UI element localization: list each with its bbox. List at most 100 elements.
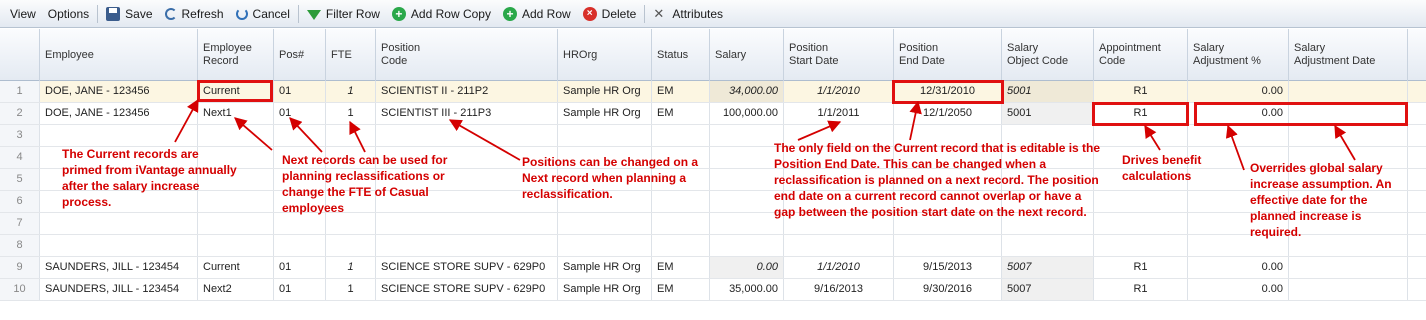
- cell-salary-object-code[interactable]: 5007: [1002, 257, 1094, 278]
- cell-hrorg[interactable]: Sample HR Org: [558, 257, 652, 278]
- cell-salary-object-code[interactable]: 5001: [1002, 103, 1094, 124]
- cell-fte[interactable]: 1: [326, 257, 376, 278]
- cell-fte[interactable]: [326, 235, 376, 256]
- cell-position-start-date[interactable]: 1/1/2010: [784, 257, 894, 278]
- cancel-button[interactable]: Cancel: [230, 3, 296, 25]
- header-status[interactable]: Status: [652, 29, 710, 81]
- cell-pos[interactable]: 01: [274, 103, 326, 124]
- refresh-button[interactable]: Refresh: [159, 3, 230, 25]
- cell-salary-object-code[interactable]: 5001: [1002, 81, 1094, 102]
- cell-hrorg[interactable]: [558, 213, 652, 234]
- cell-status[interactable]: EM: [652, 81, 710, 102]
- cell-pos[interactable]: 01: [274, 279, 326, 300]
- cell-salary[interactable]: 100,000.00: [710, 103, 784, 124]
- cell-position-start-date[interactable]: 1/1/2010: [784, 81, 894, 102]
- header-salary[interactable]: Salary: [710, 29, 784, 81]
- cell-fte[interactable]: 1: [326, 81, 376, 102]
- cell-salary[interactable]: [710, 169, 784, 190]
- header-position-code[interactable]: Position Code: [376, 29, 558, 81]
- cell-position-start-date[interactable]: 9/16/2013: [784, 279, 894, 300]
- header-employee-record[interactable]: Employee Record: [198, 29, 274, 81]
- header-salary-adjustment-date[interactable]: Salary Adjustment Date: [1289, 29, 1408, 81]
- table-row[interactable]: 10 SAUNDERS, JILL - 123454 Next2 01 1 SCIENCE…: [0, 279, 1426, 301]
- cell-salary-object-code[interactable]: 5007: [1002, 279, 1094, 300]
- cell-position-code[interactable]: [376, 213, 558, 234]
- header-position-start-date[interactable]: Position Start Date: [784, 29, 894, 81]
- cell-employee-record[interactable]: Next2: [198, 279, 274, 300]
- cell-appointment-code[interactable]: [1094, 125, 1188, 146]
- cell-salary-adjustment[interactable]: 0.00: [1188, 279, 1289, 300]
- cell-employee-record[interactable]: Current: [198, 257, 274, 278]
- cell-status[interactable]: [652, 213, 710, 234]
- header-salary-object-code[interactable]: Salary Object Code: [1002, 29, 1094, 81]
- cell-pos[interactable]: [274, 235, 326, 256]
- cell-position-code[interactable]: SCIENCE STORE SUPV - 629P0: [376, 257, 558, 278]
- cell-appointment-code[interactable]: [1094, 213, 1188, 234]
- cell-employee[interactable]: [40, 235, 198, 256]
- options-menu[interactable]: Options: [42, 3, 95, 25]
- cell-hrorg[interactable]: [558, 125, 652, 146]
- cell-salary[interactable]: [710, 147, 784, 168]
- header-appointment-code[interactable]: Appointment Code: [1094, 29, 1188, 81]
- add-row-button[interactable]: + Add Row: [497, 3, 577, 25]
- cell-salary-adjustment[interactable]: 0.00: [1188, 257, 1289, 278]
- cell-salary[interactable]: 34,000.00: [710, 81, 784, 102]
- cell-appointment-code[interactable]: R1: [1094, 257, 1188, 278]
- cell-position-code[interactable]: [376, 235, 558, 256]
- cell-appointment-code[interactable]: [1094, 235, 1188, 256]
- cell-employee[interactable]: SAUNDERS, JILL - 123454: [40, 257, 198, 278]
- cell-appointment-code[interactable]: R1: [1094, 279, 1188, 300]
- header-pos[interactable]: Pos#: [274, 29, 326, 81]
- cell-hrorg[interactable]: Sample HR Org: [558, 279, 652, 300]
- cell-status[interactable]: [652, 235, 710, 256]
- cell-employee[interactable]: [40, 213, 198, 234]
- cell-salary-adjustment-date[interactable]: [1289, 81, 1408, 102]
- cell-employee-record[interactable]: [198, 125, 274, 146]
- attributes-button[interactable]: ✕ Attributes: [647, 3, 729, 25]
- filter-row-button[interactable]: Filter Row: [301, 3, 386, 25]
- save-button[interactable]: Save: [100, 3, 158, 25]
- cell-pos[interactable]: [274, 213, 326, 234]
- cell-employee-record[interactable]: [198, 213, 274, 234]
- cell-fte[interactable]: 1: [326, 103, 376, 124]
- header-employee[interactable]: Employee: [40, 29, 198, 81]
- cell-employee[interactable]: [40, 125, 198, 146]
- table-row[interactable]: 9 SAUNDERS, JILL - 123454 Current 01 1 SCIENC…: [0, 257, 1426, 279]
- table-row[interactable]: 3: [0, 125, 1426, 147]
- cell-employee[interactable]: DOE, JANE - 123456: [40, 81, 198, 102]
- cell-fte[interactable]: [326, 213, 376, 234]
- cell-appointment-code[interactable]: [1094, 191, 1188, 212]
- header-hrorg[interactable]: HROrg: [558, 29, 652, 81]
- cell-position-start-date[interactable]: 1/1/2011: [784, 103, 894, 124]
- cell-salary[interactable]: [710, 191, 784, 212]
- table-row[interactable]: 8: [0, 235, 1426, 257]
- cell-employee-record[interactable]: Next1: [198, 103, 274, 124]
- cell-status[interactable]: EM: [652, 279, 710, 300]
- cell-position-code[interactable]: SCIENTIST II - 211P2: [376, 81, 558, 102]
- cell-position-end-date[interactable]: [894, 235, 1002, 256]
- cell-salary[interactable]: 0.00: [710, 257, 784, 278]
- cell-salary[interactable]: [710, 235, 784, 256]
- cell-salary-adjustment[interactable]: [1188, 125, 1289, 146]
- header-salary-adjustment[interactable]: Salary Adjustment %: [1188, 29, 1289, 81]
- cell-fte[interactable]: [326, 125, 376, 146]
- cell-hrorg[interactable]: Sample HR Org: [558, 81, 652, 102]
- header-position-end-date[interactable]: Position End Date: [894, 29, 1002, 81]
- delete-button[interactable]: × Delete: [577, 3, 643, 25]
- cell-position-code[interactable]: SCIENTIST III - 211P3: [376, 103, 558, 124]
- view-menu[interactable]: View: [4, 3, 42, 25]
- cell-fte[interactable]: 1: [326, 279, 376, 300]
- cell-pos[interactable]: [274, 125, 326, 146]
- cell-salary-adjustment[interactable]: 0.00: [1188, 81, 1289, 102]
- table-row[interactable]: 7: [0, 213, 1426, 235]
- cell-hrorg[interactable]: [558, 235, 652, 256]
- cell-salary[interactable]: [710, 213, 784, 234]
- cell-pos[interactable]: 01: [274, 81, 326, 102]
- cell-position-end-date[interactable]: 12/1/2050: [894, 103, 1002, 124]
- cell-salary-adjustment-date[interactable]: [1289, 279, 1408, 300]
- cell-employee[interactable]: SAUNDERS, JILL - 123454: [40, 279, 198, 300]
- cell-employee-record[interactable]: [198, 235, 274, 256]
- cell-position-code[interactable]: [376, 125, 558, 146]
- add-row-copy-button[interactable]: + Add Row Copy: [386, 3, 497, 25]
- cell-salary-object-code[interactable]: [1002, 235, 1094, 256]
